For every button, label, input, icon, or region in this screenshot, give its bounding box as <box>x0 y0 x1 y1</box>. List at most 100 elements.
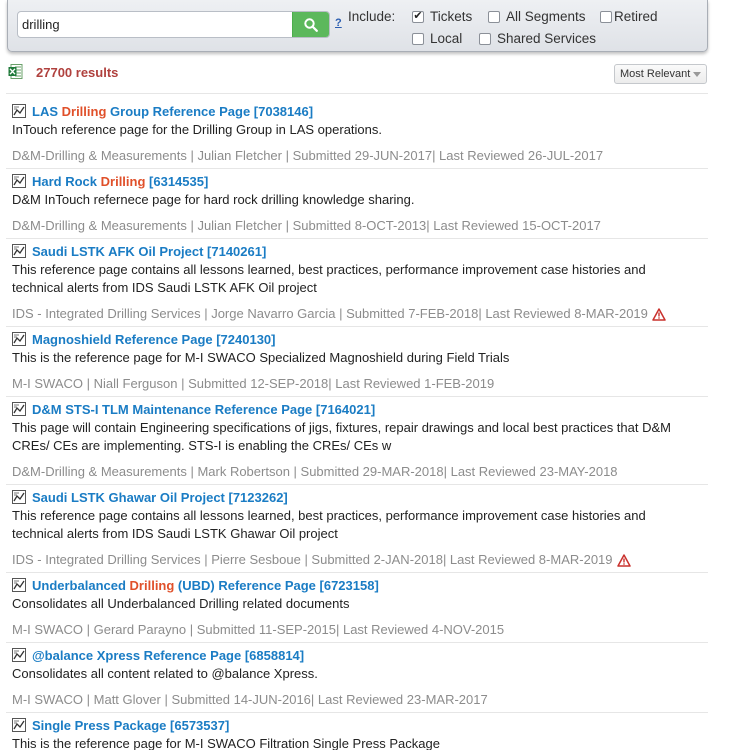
result-title-row: Hard Rock Drilling [6314535] <box>12 172 712 190</box>
result-title-row: @balance Xpress Reference Page [6858814] <box>12 646 712 664</box>
reference-page-icon <box>12 648 26 662</box>
result-item: LAS Drilling Group Reference Page [70381… <box>12 102 712 165</box>
search-panel: ? Include: ✔ Tickets All Segments Retire… <box>7 0 708 52</box>
result-author: | Pierre Sesboue <box>204 552 301 567</box>
retired-checkbox[interactable] <box>600 10 612 23</box>
search-button[interactable] <box>292 12 329 37</box>
result-title-link[interactable]: Saudi LSTK Ghawar Oil Project [7123262] <box>32 490 288 505</box>
title-text: @balance Xpress Reference Page [6858814] <box>32 647 305 663</box>
include-shared-services-option[interactable]: Shared Services <box>479 31 596 46</box>
result-item: Hard Rock Drilling [6314535] D&M InTouch… <box>12 172 712 235</box>
title-highlight: Drilling <box>61 103 107 119</box>
title-highlight: Drilling <box>129 577 175 593</box>
result-title-row: D&M STS-I TLM Maintenance Reference Page… <box>12 400 712 418</box>
reference-page-icon <box>12 244 26 258</box>
result-reviewed: | Last Reviewed 26-JUL-2017 <box>432 148 604 163</box>
result-reviewed: | Last Reviewed 1-FEB-2019 <box>328 376 495 391</box>
result-author: | Mark Robertson <box>190 464 290 479</box>
result-title-link[interactable]: Magnoshield Reference Page [7240130] <box>32 332 276 347</box>
result-description: This is the reference page for M-I SWACO… <box>12 350 510 365</box>
include-label: Include: <box>348 9 396 24</box>
result-title-link[interactable]: Underbalanced Drilling (UBD) Reference P… <box>32 578 379 593</box>
result-description: Consolidates all Underbalanced Drilling … <box>12 596 350 611</box>
result-meta: D&M-Drilling & Measurements | Mark Rober… <box>12 463 712 481</box>
result-title-link[interactable]: Saudi LSTK AFK Oil Project [7140261] <box>32 244 266 259</box>
divider <box>6 712 708 713</box>
divider <box>6 572 708 573</box>
result-meta: M-I SWACO | Niall Ferguson | Submitted 1… <box>12 375 712 393</box>
tickets-label: Tickets <box>430 9 473 24</box>
title-text: Single Press Package [6573537] <box>32 717 230 733</box>
all-segments-checkbox[interactable] <box>488 10 500 23</box>
result-segment: IDS - Integrated Drilling Services <box>12 306 201 321</box>
divider <box>6 238 708 239</box>
result-title-row: LAS Drilling Group Reference Page [70381… <box>12 102 712 120</box>
result-reviewed: | Last Reviewed 8-MAR-2019 <box>478 306 648 321</box>
shared-services-checkbox[interactable] <box>479 32 491 45</box>
result-author: | Niall Ferguson <box>86 376 178 391</box>
include-tickets-option[interactable]: ✔ Tickets <box>412 9 472 24</box>
shared-services-label: Shared Services <box>497 31 597 46</box>
reference-page-icon <box>12 332 26 346</box>
result-title-link[interactable]: Hard Rock Drilling [6314535] <box>32 174 208 189</box>
result-author: | Matt Glover <box>86 692 161 707</box>
search-input[interactable] <box>18 12 288 37</box>
title-text: LAS <box>32 103 62 119</box>
result-reviewed: | Last Reviewed 15-OCT-2017 <box>426 218 601 233</box>
title-text: Group Reference Page [7038146] <box>106 103 314 119</box>
result-submitted: | Submitted 8-OCT-2013 <box>285 218 427 233</box>
result-reviewed: | Last Reviewed 23-MAY-2018 <box>443 464 618 479</box>
tickets-checkbox[interactable]: ✔ <box>412 10 424 23</box>
result-meta: M-I SWACO | Matt Glover | Submitted 14-J… <box>12 691 712 709</box>
help-icon[interactable]: ? <box>335 17 342 29</box>
result-segment: M-I SWACO <box>12 692 84 707</box>
result-title-link[interactable]: LAS Drilling Group Reference Page [70381… <box>32 104 313 119</box>
result-submitted: | Submitted 29-JUN-2017 <box>285 148 433 163</box>
excel-export-icon[interactable] <box>8 64 23 79</box>
divider <box>6 93 708 94</box>
results-count: 27700 results <box>36 65 119 80</box>
title-text: Underbalanced <box>32 577 130 593</box>
result-reviewed: | Last Reviewed 8-MAR-2019 <box>442 552 613 567</box>
reference-page-icon <box>12 104 26 118</box>
result-item: D&M STS-I TLM Maintenance Reference Page… <box>12 400 712 481</box>
result-segment: M-I SWACO <box>12 376 84 391</box>
reference-page-icon <box>12 490 26 504</box>
include-retired-option[interactable]: Retired <box>600 9 658 24</box>
divider <box>6 326 708 327</box>
result-submitted: | Submitted 11-SEP-2015 <box>189 622 336 637</box>
result-submitted: | Submitted 7-FEB-2018 <box>339 306 479 321</box>
result-segment: IDS - Integrated Drilling Services <box>12 552 201 567</box>
title-text: (UBD) Reference Page [6723158] <box>174 577 379 593</box>
sort-dropdown[interactable]: Most Relevant <box>614 64 707 84</box>
result-title-link[interactable]: @balance Xpress Reference Page [6858814] <box>32 648 304 663</box>
title-text: [6314535] <box>145 173 209 189</box>
result-title-link[interactable]: Single Press Package [6573537] <box>32 718 229 733</box>
include-all-segments-option[interactable]: All Segments <box>488 9 586 24</box>
result-title-link[interactable]: D&M STS-I TLM Maintenance Reference Page… <box>32 402 375 417</box>
title-text: Hard Rock <box>32 173 101 189</box>
result-title-row: Single Press Package [6573537] <box>12 716 712 734</box>
result-author: | Jorge Navarro Garcia <box>204 306 336 321</box>
reference-page-icon <box>12 402 26 416</box>
divider <box>6 396 708 397</box>
include-local-option[interactable]: Local <box>412 31 462 46</box>
result-segment: D&M-Drilling & Measurements <box>12 148 187 163</box>
local-checkbox[interactable] <box>412 32 424 45</box>
result-meta: M-I SWACO | Gerard Parayno | Submitted 1… <box>12 621 712 639</box>
result-description: This page will contain Engineering speci… <box>12 420 671 453</box>
result-title-row: Saudi LSTK Ghawar Oil Project [7123262] <box>12 488 712 506</box>
title-highlight: Drilling <box>100 173 146 189</box>
result-author: | Gerard Parayno <box>86 622 187 637</box>
local-label: Local <box>430 31 463 46</box>
result-description: This reference page contains all lessons… <box>12 508 646 541</box>
result-meta: IDS - Integrated Drilling Services | Pie… <box>12 551 712 569</box>
divider <box>6 168 708 169</box>
result-title-row: Saudi LSTK AFK Oil Project [7140261] <box>12 242 712 260</box>
result-item: Magnoshield Reference Page [7240130] Thi… <box>12 330 712 393</box>
reference-page-icon <box>12 718 26 732</box>
result-author: | Julian Fletcher <box>190 218 282 233</box>
result-author: | Julian Fletcher <box>190 148 282 163</box>
result-submitted: | Submitted 14-JUN-2016 <box>164 692 311 707</box>
result-item: @balance Xpress Reference Page [6858814]… <box>12 646 712 709</box>
